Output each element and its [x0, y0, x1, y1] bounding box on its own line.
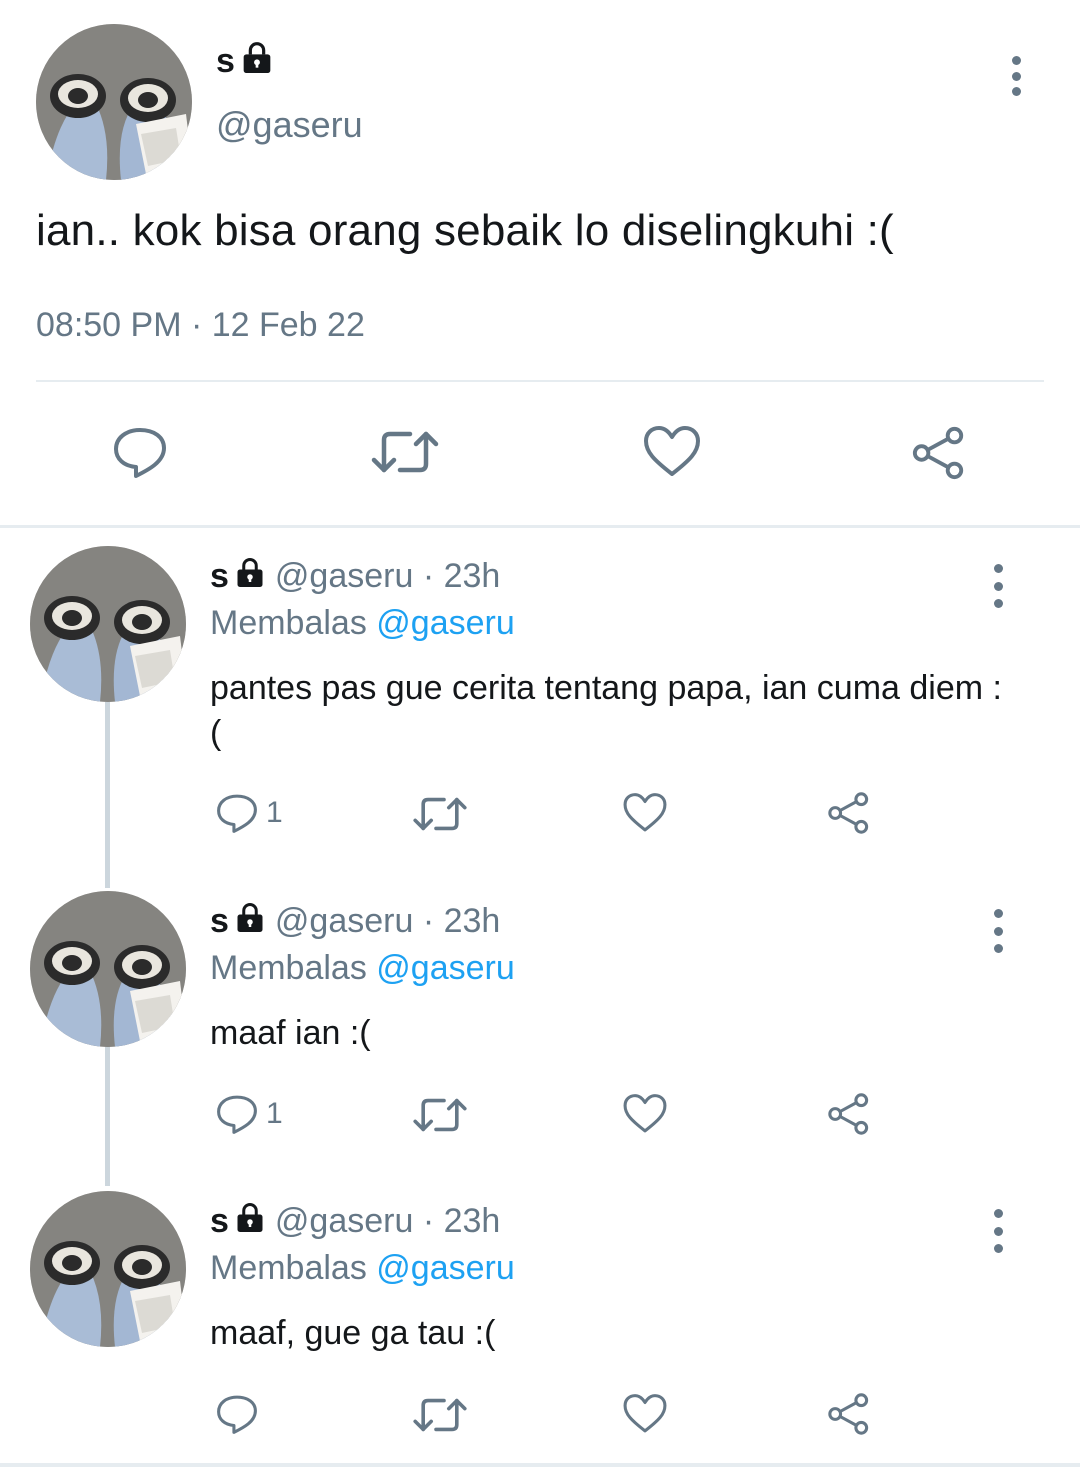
- reply-tweet: s @gaseru · 23h Membalas @gaseru maaf ia…: [0, 891, 1080, 1151]
- share-icon: [826, 790, 872, 836]
- more-options-icon[interactable]: [978, 556, 1018, 616]
- author-handle[interactable]: @gaseru: [216, 104, 363, 146]
- avatar[interactable]: [30, 546, 186, 702]
- lock-icon: [235, 1201, 265, 1242]
- comment-icon: [110, 422, 170, 482]
- retweet-button[interactable]: [370, 422, 440, 482]
- lock-icon: [241, 40, 273, 83]
- comment-count: 1: [266, 1097, 283, 1130]
- author-name: s: [216, 42, 235, 80]
- share-button[interactable]: [910, 424, 968, 482]
- mention-link[interactable]: @gaseru: [376, 949, 514, 987]
- lock-icon: [235, 556, 265, 597]
- tweet-text: ian.. kok bisa orang sebaik lo diselingk…: [36, 206, 894, 255]
- replying-to: Membalas @gaseru: [210, 949, 515, 988]
- replying-to: Membalas @gaseru: [210, 604, 515, 643]
- author-name: s: [210, 557, 229, 595]
- avatar[interactable]: [30, 891, 186, 1047]
- comment-button[interactable]: 1: [214, 790, 283, 836]
- more-options-icon[interactable]: [978, 1201, 1018, 1261]
- reply-text: maaf, gue ga tau :(: [210, 1314, 496, 1352]
- like-button[interactable]: [642, 422, 702, 482]
- reply-header: s @gaseru · 23h: [210, 556, 500, 597]
- replying-label: Membalas: [210, 949, 367, 987]
- author-name: s: [210, 1202, 229, 1240]
- comment-button[interactable]: 1: [214, 1091, 283, 1137]
- like-button[interactable]: [622, 1391, 668, 1437]
- like-icon: [622, 1091, 668, 1137]
- like-button[interactable]: [622, 790, 668, 836]
- share-button[interactable]: [826, 1391, 872, 1437]
- reply-tweet: s @gaseru · 23h Membalas @gaseru maaf, g…: [0, 1191, 1080, 1461]
- divider: [36, 380, 1044, 382]
- reply-header: s @gaseru · 23h: [210, 901, 500, 942]
- handle-time: @gaseru · 23h: [274, 1202, 501, 1240]
- comment-icon: [214, 1391, 260, 1437]
- like-icon: [642, 422, 702, 482]
- tweet-timestamp: 08:50 PM · 12 Feb 22: [36, 306, 365, 344]
- reply-header: s @gaseru · 23h: [210, 1201, 500, 1242]
- author-name: s: [210, 902, 229, 940]
- retweet-button[interactable]: [410, 1091, 470, 1139]
- share-icon: [910, 424, 968, 482]
- reply-tweet: s @gaseru · 23h Membalas @gaseru pantes …: [0, 546, 1080, 846]
- comment-count: 1: [266, 796, 283, 829]
- lock-icon: [235, 901, 265, 942]
- replying-label: Membalas: [210, 1249, 367, 1287]
- like-icon: [622, 790, 668, 836]
- retweet-button[interactable]: [410, 790, 470, 838]
- reply-text: pantes pas gue cerita tentang papa, ian …: [210, 669, 1002, 752]
- more-options-icon[interactable]: [996, 52, 1036, 100]
- share-button[interactable]: [826, 1091, 872, 1137]
- retweet-button[interactable]: [410, 1391, 470, 1439]
- main-tweet: s @gaseru ian.. kok bisa orang sebaik lo…: [0, 0, 1080, 527]
- reply-text: maaf ian :(: [210, 1014, 371, 1052]
- replying-label: Membalas: [210, 604, 367, 642]
- bottom-divider: [0, 1463, 1080, 1467]
- comment-button[interactable]: [214, 1391, 266, 1437]
- author-name-row: s: [216, 40, 273, 83]
- like-icon: [622, 1391, 668, 1437]
- share-icon: [826, 1091, 872, 1137]
- handle-time: @gaseru · 23h: [274, 902, 501, 940]
- share-button[interactable]: [826, 790, 872, 836]
- replying-to: Membalas @gaseru: [210, 1249, 515, 1288]
- retweet-icon: [410, 1091, 470, 1139]
- mention-link[interactable]: @gaseru: [376, 604, 514, 642]
- comment-icon: [214, 790, 260, 836]
- retweet-icon: [410, 1391, 470, 1439]
- like-button[interactable]: [622, 1091, 668, 1137]
- avatar[interactable]: [36, 24, 192, 180]
- mention-link[interactable]: @gaseru: [376, 1249, 514, 1287]
- section-separator: [0, 525, 1080, 528]
- reply-actions: 1: [0, 1091, 1080, 1141]
- more-options-icon[interactable]: [978, 901, 1018, 961]
- reply-actions: 1: [0, 790, 1080, 840]
- retweet-icon: [410, 790, 470, 838]
- reply-actions: [0, 1391, 1080, 1441]
- avatar[interactable]: [30, 1191, 186, 1347]
- share-icon: [826, 1391, 872, 1437]
- comment-button[interactable]: [110, 422, 170, 482]
- tweet-actions: [0, 420, 1080, 490]
- retweet-icon: [370, 422, 440, 482]
- handle-time: @gaseru · 23h: [274, 557, 501, 595]
- comment-icon: [214, 1091, 260, 1137]
